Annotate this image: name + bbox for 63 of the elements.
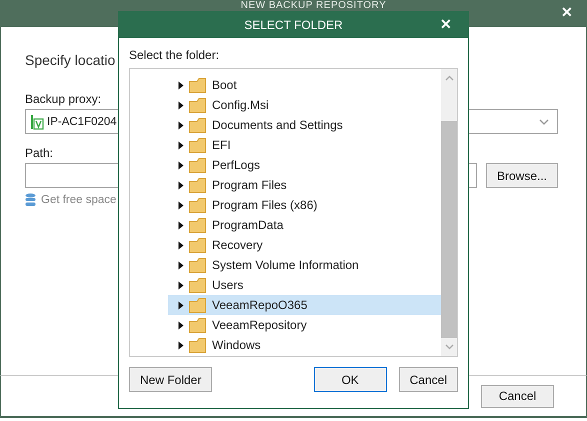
expand-arrow-icon xyxy=(178,300,184,310)
page-heading: Specify locatio xyxy=(25,52,116,68)
new-folder-button[interactable]: New Folder xyxy=(129,367,212,392)
cancel-button[interactable]: Cancel xyxy=(481,384,554,408)
folder-icon xyxy=(189,178,206,192)
expand-arrow-icon xyxy=(178,80,184,90)
dialog-prompt: Select the folder: xyxy=(129,48,220,62)
folder-icon xyxy=(189,98,206,112)
path-label: Path: xyxy=(25,146,54,160)
expand-arrow-icon xyxy=(178,320,184,330)
folder-item[interactable]: ProgramData xyxy=(168,215,441,235)
folder-item[interactable]: Documents and Settings xyxy=(168,115,441,135)
folder-item[interactable]: Program Files xyxy=(168,175,441,195)
folder-item[interactable]: Config.Msi xyxy=(168,95,441,115)
expand-arrow-icon xyxy=(178,340,184,350)
expand-arrow-icon xyxy=(178,280,184,290)
folder-icon xyxy=(189,118,206,132)
expand-arrow-icon xyxy=(178,220,184,230)
expand-arrow-icon xyxy=(178,180,184,190)
folder-icon xyxy=(189,338,206,352)
folder-icon xyxy=(189,258,206,272)
folder-item[interactable]: System Volume Information xyxy=(168,255,441,275)
ok-button[interactable]: OK xyxy=(314,367,387,392)
scroll-down-icon xyxy=(444,344,454,350)
scrollbar[interactable] xyxy=(441,69,457,356)
close-button[interactable]: ✕ xyxy=(440,16,452,32)
folder-item[interactable]: PerfLogs xyxy=(168,155,441,175)
folder-item[interactable]: VeeamRepository xyxy=(168,315,441,335)
chevron-down-icon xyxy=(539,118,549,124)
database-icon xyxy=(25,193,36,207)
folder-icon xyxy=(189,198,206,212)
expand-arrow-icon xyxy=(178,100,184,110)
folder-item[interactable]: EFI xyxy=(168,135,441,155)
folder-icon xyxy=(189,318,206,332)
proxy-label: Backup proxy: xyxy=(25,92,102,106)
folder-item[interactable]: Boot xyxy=(168,75,441,95)
free-space-link[interactable]: Get free space xyxy=(41,194,116,206)
folder-item[interactable]: Users xyxy=(168,275,441,295)
dialog-title: SELECT FOLDER xyxy=(244,18,343,32)
expand-arrow-icon xyxy=(178,200,184,210)
folder-icon xyxy=(189,278,206,292)
folder-item[interactable]: Windows xyxy=(168,335,441,355)
folder-icon xyxy=(189,238,206,252)
folder-item[interactable]: Program Files (x86) xyxy=(168,195,441,215)
folder-icon xyxy=(189,218,206,232)
cancel-button[interactable]: Cancel xyxy=(398,367,458,392)
folder-icon xyxy=(189,298,206,312)
expand-arrow-icon xyxy=(178,260,184,270)
expand-arrow-icon xyxy=(178,240,184,250)
close-button[interactable]: ✕ xyxy=(561,4,573,20)
window-title: NEW BACKUP REPOSITORY xyxy=(240,0,386,12)
scrollbar-thumb[interactable] xyxy=(441,121,457,338)
scroll-up-icon xyxy=(444,75,454,81)
folder-item[interactable]: VeeamRepoO365 xyxy=(168,295,441,315)
expand-arrow-icon xyxy=(178,160,184,170)
folder-icon xyxy=(189,158,206,172)
browse-button[interactable]: Browse... xyxy=(486,163,558,188)
folder-icon xyxy=(189,138,206,152)
folder-icon xyxy=(189,78,206,92)
expand-arrow-icon xyxy=(178,140,184,150)
expand-arrow-icon xyxy=(178,120,184,130)
server-icon xyxy=(30,114,44,130)
folder-item[interactable]: Recovery xyxy=(168,235,441,255)
